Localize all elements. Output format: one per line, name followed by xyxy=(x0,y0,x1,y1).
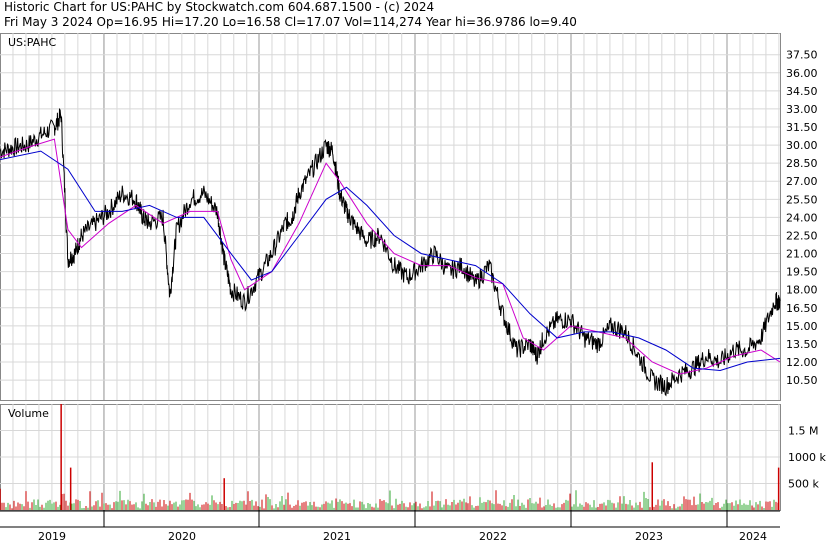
price-tick-label: 13.50 xyxy=(786,338,818,351)
volume-panel: 1.5 M 1000 k 500 k Volume xyxy=(0,404,826,511)
price-tick-label: 37.50 xyxy=(786,49,818,62)
price-tick-label: 18.00 xyxy=(786,284,818,297)
volume-label: Volume xyxy=(8,407,49,420)
price-tick-label: 34.50 xyxy=(786,85,818,98)
year-label: 2022 xyxy=(479,530,507,543)
x-axis: 2019 2020 2021 2022 2023 2024 xyxy=(0,510,780,543)
symbol-label: US:PAHC xyxy=(8,36,56,49)
year-label: 2024 xyxy=(739,530,767,543)
year-label: 2019 xyxy=(38,530,66,543)
volume-tick-label: 1.5 M xyxy=(788,425,818,438)
price-tick-label: 33.00 xyxy=(786,103,818,116)
price-tick-label: 27.00 xyxy=(786,175,818,188)
price-tick-label: 10.50 xyxy=(786,374,818,387)
price-tick-label: 31.50 xyxy=(786,121,818,134)
price-tick-label: 25.50 xyxy=(786,193,818,206)
price-tick-label: 36.00 xyxy=(786,67,818,80)
price-tick-label: 21.00 xyxy=(786,248,818,261)
price-tick-label: 24.00 xyxy=(786,211,818,224)
price-tick-label: 22.50 xyxy=(786,229,818,242)
year-label: 2020 xyxy=(168,530,196,543)
stock-chart: 37.50 36.00 34.50 33.00 31.50 30.00 28.50 27.00… xyxy=(0,33,826,543)
price-tick-label: 12.00 xyxy=(786,356,818,369)
year-label: 2023 xyxy=(635,530,663,543)
price-tick-label: 15.00 xyxy=(786,320,818,333)
volume-tick-label: 500 k xyxy=(788,478,819,491)
price-tick-label: 28.50 xyxy=(786,157,818,170)
volume-tick-label: 1000 k xyxy=(788,451,826,464)
price-panel: 37.50 36.00 34.50 33.00 31.50 30.00 28.50 27.00… xyxy=(0,33,818,401)
price-tick-label: 30.00 xyxy=(786,139,818,152)
price-tick-label: 19.50 xyxy=(786,266,818,279)
year-label: 2021 xyxy=(323,530,351,543)
price-tick-label: 16.50 xyxy=(786,302,818,315)
